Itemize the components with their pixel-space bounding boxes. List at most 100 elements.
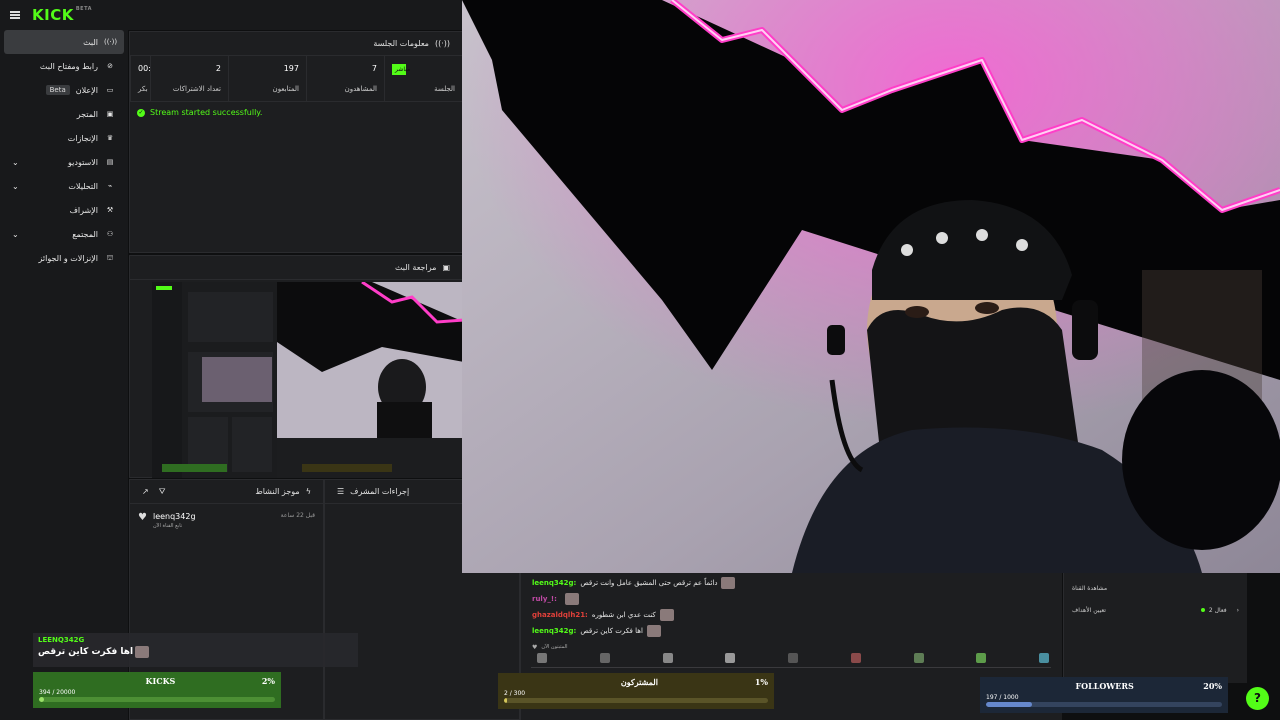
trophy-icon: ♛	[106, 134, 114, 142]
help-button[interactable]: ?	[1246, 687, 1269, 710]
check-icon: ✓	[137, 108, 145, 117]
sidebar-item[interactable]: الإنزالات و الجوائز ⛫	[4, 246, 124, 270]
followers-spacer	[986, 681, 1006, 691]
set-goals-row[interactable]: تعيين الأهداف فعال 2 ›	[1064, 599, 1247, 621]
emote-icon[interactable]	[599, 653, 610, 663]
kick-logo[interactable]: KICK BETA	[32, 6, 92, 24]
sidebar-item-label: التحليلات	[68, 181, 98, 191]
emote-icon[interactable]	[850, 653, 861, 663]
stat-value: 197	[283, 64, 299, 73]
chat-username[interactable]: leenq342g:	[532, 627, 576, 635]
stream-review-title: مراجعة البث	[394, 263, 437, 272]
heart-icon: ♥	[532, 643, 538, 651]
sidebar-item-label: البث	[83, 37, 98, 47]
chat-message[interactable]: ghazaldqlh21: كنت عدي ابن شطوره	[521, 607, 1062, 623]
external-link-icon[interactable]: ↗	[142, 487, 149, 497]
sidebar-item[interactable]: البث ((·))	[4, 30, 124, 54]
sidebar-item[interactable]: الإشراف ⚒	[4, 198, 124, 222]
stat-label: الجلسة	[434, 85, 455, 93]
stat-duration: 00: بكر	[130, 56, 151, 101]
feed-time: قبل 22 ساعة	[280, 512, 315, 519]
emote-icon[interactable]	[537, 653, 547, 663]
kicks-percent: 2%	[261, 676, 275, 686]
stream-status-text: Stream started successfully.	[150, 108, 263, 117]
chevron-down-icon: ⌄	[12, 157, 19, 167]
chat-message[interactable]: leenq342g: اها فكرت كاين ترقص	[521, 623, 1062, 639]
chat-username[interactable]: ruly_!:	[532, 595, 557, 603]
stream-review-header: مراجعة البث ▣	[130, 256, 462, 280]
activity-feed-title-wrap: موجز النشاط ϟ	[255, 487, 311, 496]
link-icon: ⊘	[107, 62, 113, 70]
chevron-down-icon: ⌄	[12, 229, 19, 239]
followers-progress-fill	[986, 702, 1033, 707]
followers-progress	[986, 702, 1222, 707]
sidebar-item-label: المتجر	[76, 109, 98, 119]
sidebar: البث ((·)) رابط ومفتاح البث ⊘ Beta الإعلان ▭ ال…	[0, 30, 128, 720]
chat-message[interactable]: leenq342g: دائماً عم ترقص حتى المشيق عامل…	[521, 575, 1062, 591]
sidebar-item-label: الاستوديو	[68, 157, 98, 167]
session-info-title: معلومات الجلسة	[373, 39, 429, 48]
kicks-progress	[39, 697, 275, 702]
sidebar-item-content: الإنجازات ♛	[68, 134, 116, 143]
followers-goal: FOLLOWERS 20% 197 / 1000	[980, 677, 1228, 713]
stat-subscriptions: 2 تعداد الاشتراكات	[150, 56, 228, 101]
chat-text: اها فكرت كاين ترقص	[580, 627, 643, 635]
subs-progress	[504, 698, 768, 703]
sidebar-item[interactable]: رابط ومفتاح البث ⊘	[4, 54, 124, 78]
alert-message: اها فكرت كاين ترقص	[38, 647, 134, 657]
ad-icon: ▭	[106, 86, 114, 94]
emote-icon[interactable]	[976, 653, 987, 663]
chat-username[interactable]: leenq342g:	[532, 579, 576, 587]
sidebar-item[interactable]: الإنجازات ♛	[4, 126, 124, 150]
watch-channel-row[interactable]: مشاهدة القناة	[1064, 577, 1247, 599]
stat-value: 2	[215, 64, 221, 73]
broadcast-icon: ((·))	[434, 39, 450, 48]
goals-panel: مشاهدة القناة تعيين الأهداف فعال 2 ›	[1063, 573, 1247, 683]
stat-label: المتابعون	[272, 85, 299, 93]
sidebar-item-content: رابط ومفتاح البث ⊘	[40, 62, 116, 71]
list-icon: ☰	[337, 487, 345, 496]
subs-progress-fill	[504, 698, 508, 703]
subs-spacer	[504, 677, 524, 687]
stream-preview-image	[152, 282, 464, 478]
activity-feed-header: ↗ ⛛ موجز النشاط ϟ	[130, 480, 323, 504]
screen-icon: ▣	[442, 263, 450, 272]
followers-title: FOLLOWERS	[1075, 681, 1134, 691]
session-stats: مباشر الجلسة 7 المشاهدون 197 المتابعون 2…	[130, 56, 462, 102]
emote-icon[interactable]	[1039, 653, 1049, 663]
sidebar-item[interactable]: Beta الإعلان ▭	[4, 78, 124, 102]
stat-label: المشاهدون	[344, 85, 377, 93]
chat-message[interactable]: ruly_!:	[521, 591, 1062, 607]
sidebar-item-content: المتجر ▣	[77, 110, 116, 119]
studio-icon: ▤	[106, 158, 114, 166]
emote-icon[interactable]	[913, 653, 924, 663]
stream-status: ✓ Stream started successfully.	[130, 102, 462, 123]
sidebar-item[interactable]: ⌄ المجتمع ⚇	[4, 222, 124, 246]
emote-icon[interactable]	[788, 653, 798, 663]
sidebar-item[interactable]: المتجر ▣	[4, 102, 124, 126]
chat-username[interactable]: ghazaldqlh21:	[532, 611, 588, 619]
emote-icon[interactable]	[662, 653, 673, 663]
sidebar-item[interactable]: ⌄ الاستوديو ▤	[4, 150, 124, 174]
stat-label: بكر	[138, 85, 148, 93]
menu-icon[interactable]	[10, 11, 20, 19]
chevron-down-icon: ⌄	[12, 181, 19, 191]
feed-text: تابع القناة الآن	[152, 523, 183, 529]
emote-icon[interactable]	[725, 653, 736, 663]
chat-footer-text: المثبتون الآن	[541, 644, 568, 650]
filter-icon[interactable]: ⛛	[159, 487, 166, 497]
sidebar-item[interactable]: ⌄ التحليلات ⌁	[4, 174, 124, 198]
stat-label: تعداد الاشتراكات	[172, 85, 221, 93]
stat-value: 00:	[138, 64, 151, 73]
analytics-icon: ⌁	[107, 182, 113, 190]
session-info-panel: معلومات الجلسة ((·)) مباشر الجلسة 7 المش…	[129, 31, 463, 253]
feed-item[interactable]: ♥ leenq342g تابع القناة الآن قبل 22 ساعة	[130, 504, 323, 537]
alert-message-row: اها فكرت كاين ترقص	[38, 646, 353, 658]
stat-followers: 197 المتابعون	[228, 56, 306, 101]
alert-user: LEENQ342G	[38, 636, 85, 644]
chat-alert: LEENQ342G اها فكرت كاين ترقص	[33, 633, 358, 667]
emote-icon	[659, 609, 674, 621]
mod-actions-title: إجراءات المشرف	[350, 487, 410, 496]
stat-value: 7	[371, 64, 377, 73]
beta-badge: Beta	[45, 85, 70, 95]
